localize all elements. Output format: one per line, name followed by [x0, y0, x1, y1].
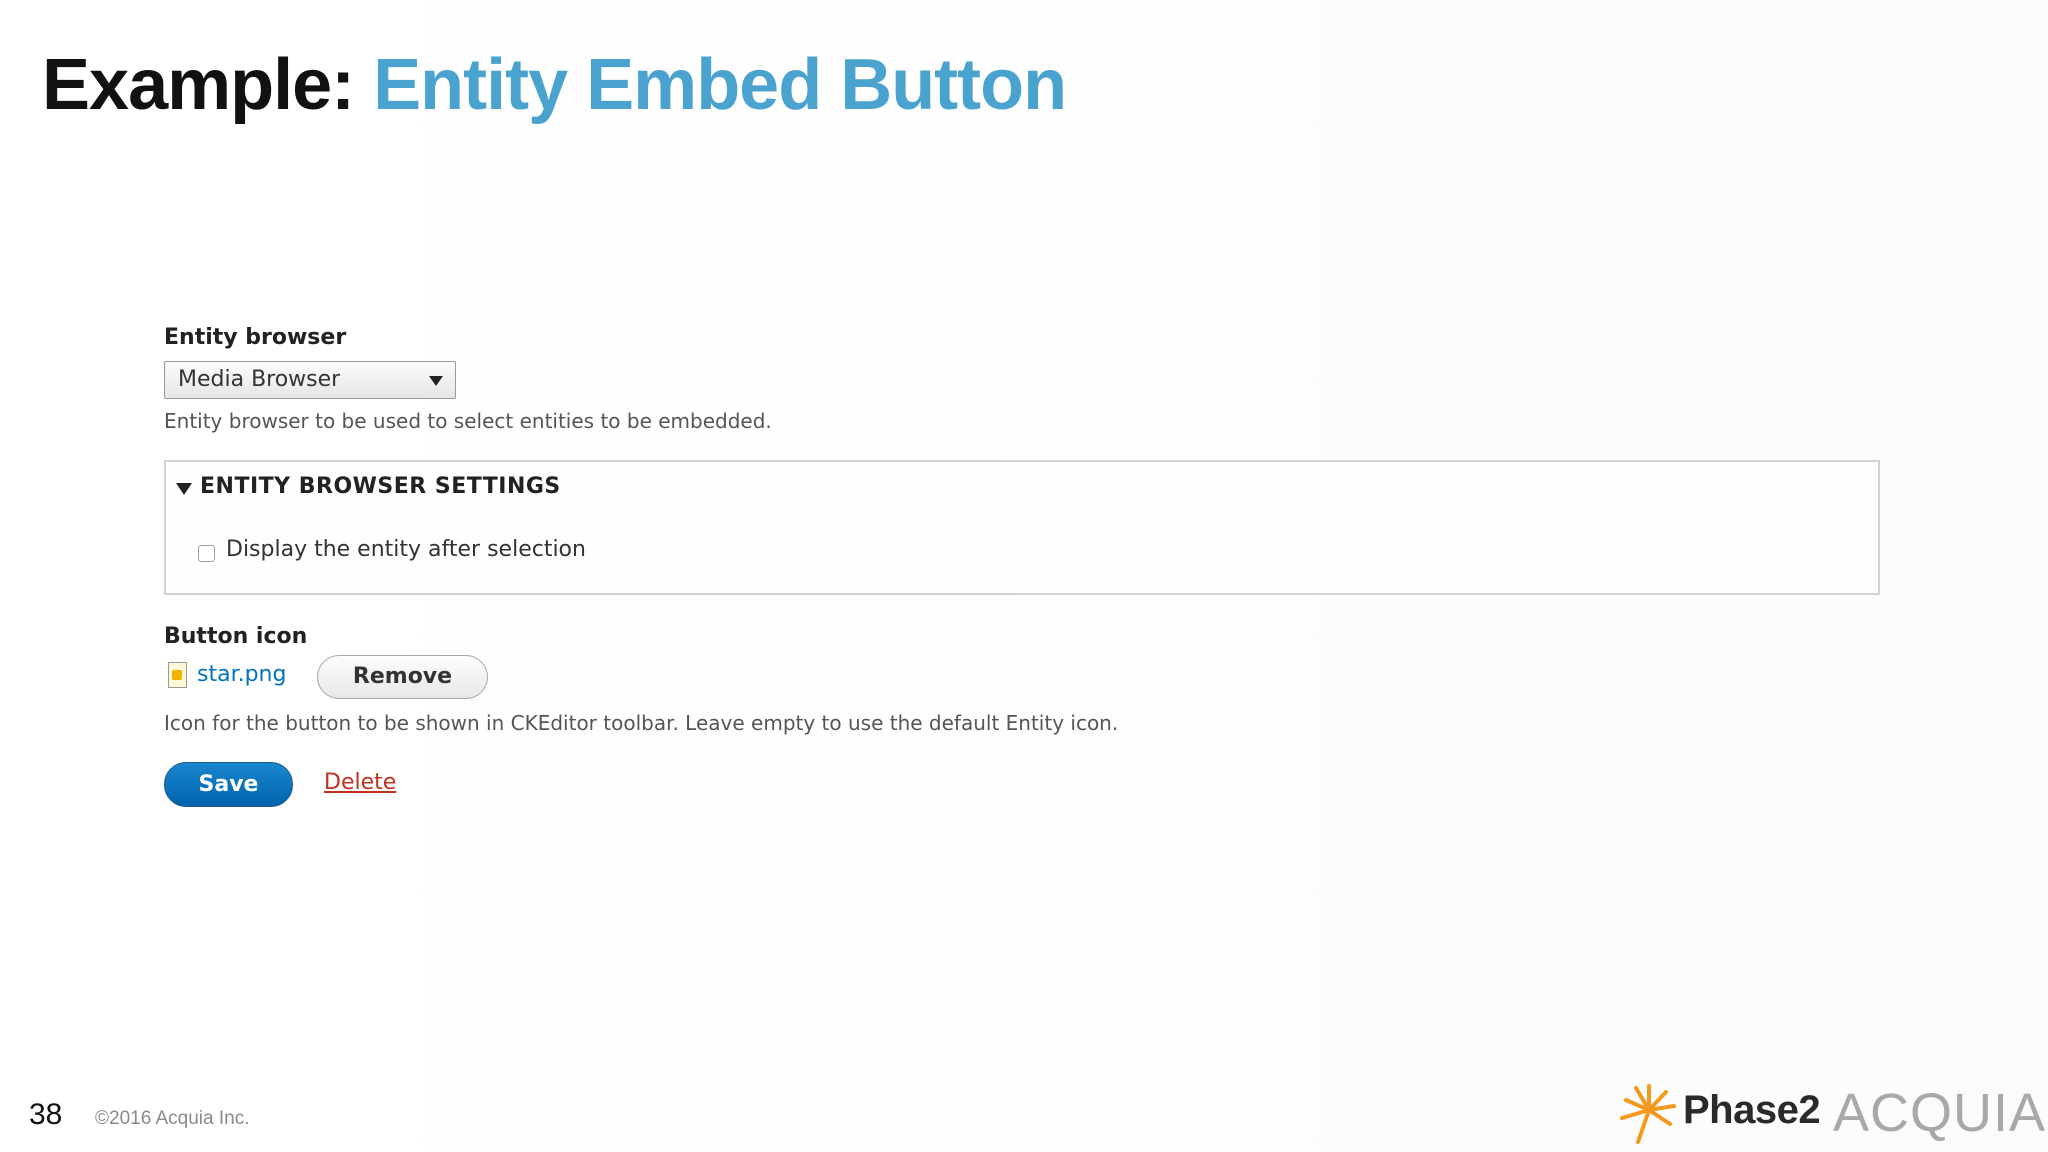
entity-browser-select[interactable]: Media Browser	[164, 361, 456, 399]
entity-browser-settings-legend: ENTITY BROWSER SETTINGS	[200, 474, 561, 499]
button-icon-file-link[interactable]: star.png	[197, 662, 286, 687]
phase2-burst-icon	[1620, 1084, 1676, 1144]
chevron-down-icon	[429, 376, 443, 386]
phase2-logo: Phase2	[1683, 1088, 1821, 1132]
delete-link[interactable]: Delete	[324, 770, 396, 795]
save-button[interactable]: Save	[164, 762, 293, 807]
slide-title-highlight: Entity Embed Button	[373, 45, 1067, 125]
display-entity-checkbox[interactable]	[198, 545, 215, 562]
remove-button[interactable]: Remove	[317, 655, 488, 699]
copyright: ©2016 Acquia Inc.	[95, 1108, 250, 1129]
entity-browser-selected-value: Media Browser	[178, 367, 341, 392]
slide-title: Example: Entity Embed Button	[42, 40, 1067, 130]
slide-title-prefix: Example:	[42, 45, 374, 125]
triangle-down-icon	[176, 483, 192, 495]
button-icon-description: Icon for the button to be shown in CKEdi…	[164, 711, 1119, 735]
entity-browser-settings-fieldset: ENTITY BROWSER SETTINGS Display the enti…	[164, 460, 1880, 595]
entity-browser-label: Entity browser	[164, 325, 347, 350]
page-number: 38	[29, 1098, 63, 1131]
image-file-icon	[168, 662, 187, 688]
entity-browser-description: Entity browser to be used to select enti…	[164, 409, 772, 433]
display-entity-checkbox-label[interactable]: Display the entity after selection	[226, 537, 586, 562]
button-icon-label: Button icon	[164, 624, 308, 649]
acquia-logo: ACQUIA	[1833, 1083, 2047, 1143]
